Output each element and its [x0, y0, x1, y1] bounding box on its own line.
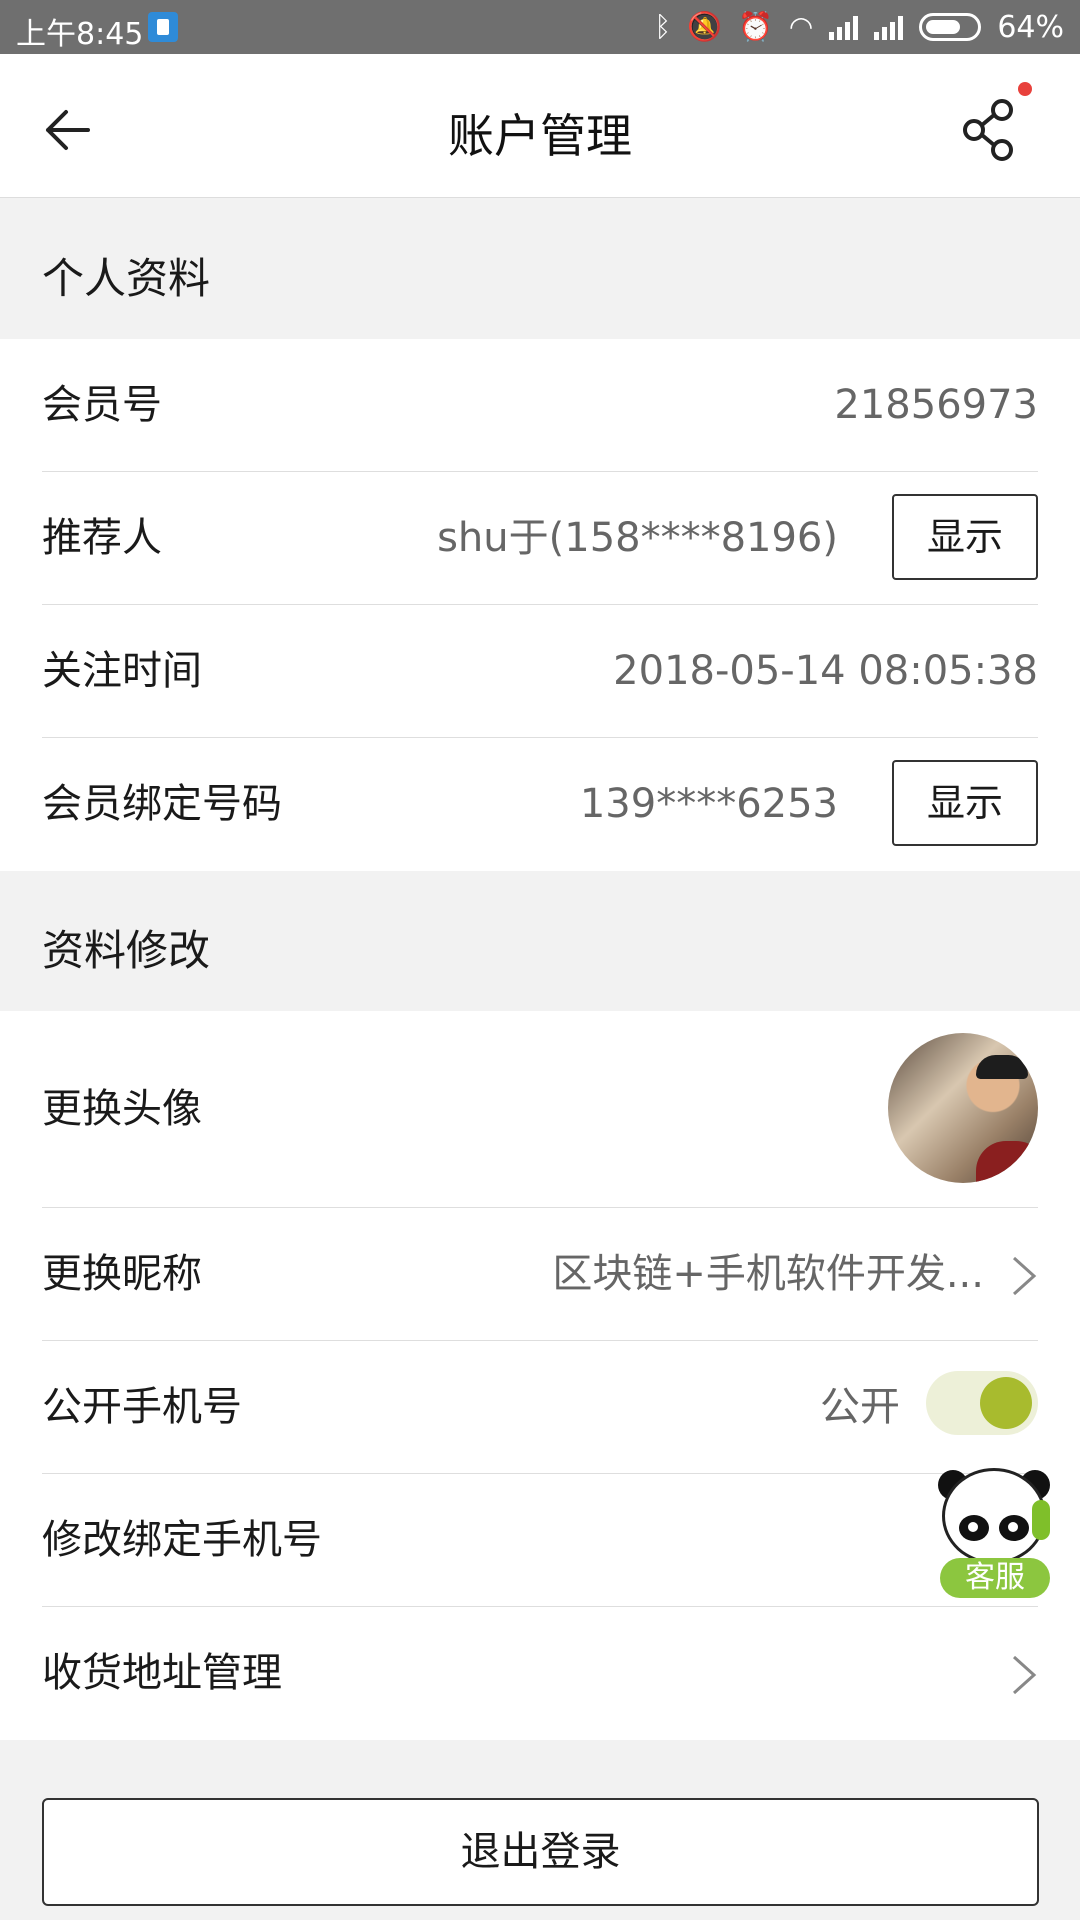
battery-percent: 64%	[997, 9, 1064, 45]
row-label: 关注时间	[42, 648, 202, 694]
row-referrer: 推荐人 shu于(158****8196) 显示	[0, 472, 1080, 605]
page-title: 账户管理	[448, 109, 632, 163]
signal-icon	[829, 14, 859, 40]
logout-button[interactable]: 退出登录	[42, 1798, 1039, 1906]
section-header-edit: 资料修改	[0, 871, 1080, 1011]
chevron-right-icon	[1012, 1655, 1037, 1695]
row-bound-phone: 会员绑定号码 139****6253 显示	[0, 738, 1080, 871]
wifi-icon: ◠	[788, 10, 814, 43]
status-time: 上午8:45	[16, 17, 144, 52]
section-title: 资料修改	[42, 926, 211, 975]
customer-service-button[interactable]: 客服	[938, 1460, 1052, 1600]
row-label: 会员绑定号码	[42, 781, 282, 827]
row-change-avatar[interactable]: 更换头像	[0, 1011, 1080, 1208]
edit-profile-list: 更换头像 更换昵称 区块链+手机软件开发... 公开手机号 公开 修改绑定手机号…	[0, 1011, 1080, 1740]
share-icon[interactable]	[962, 98, 1018, 162]
signal-icon	[874, 14, 904, 40]
bound-phone-value: 139****6253	[579, 781, 838, 827]
section-header-personal: 个人资料	[0, 199, 1080, 339]
toggle-state-text: 公开	[820, 1384, 900, 1430]
section-title: 个人资料	[42, 254, 211, 303]
member-id-value: 21856973	[834, 382, 1038, 428]
top-navigation: 账户管理	[0, 54, 1080, 198]
alarm-icon: ⏰	[738, 10, 773, 43]
show-bound-phone-button[interactable]: 显示	[892, 760, 1038, 846]
row-label: 收货地址管理	[42, 1650, 282, 1696]
notification-dot	[1018, 82, 1032, 96]
row-address-management[interactable]: 收货地址管理	[0, 1607, 1080, 1740]
battery-icon	[919, 13, 982, 41]
row-change-bound-phone[interactable]: 修改绑定手机号	[0, 1474, 1080, 1607]
row-label: 推荐人	[42, 515, 162, 561]
avatar-shirt	[976, 1141, 1038, 1183]
follow-time-value: 2018-05-14 08:05:38	[613, 648, 1038, 694]
avatar[interactable]	[888, 1033, 1038, 1183]
row-label: 会员号	[42, 382, 162, 428]
row-member-id: 会员号 21856973	[0, 339, 1080, 472]
avatar-hair	[976, 1055, 1028, 1079]
public-phone-toggle[interactable]	[926, 1371, 1038, 1435]
bluetooth-icon: ᛒ	[654, 10, 672, 43]
panda-eye	[959, 1515, 989, 1541]
personal-info-list: 会员号 21856973 推荐人 shu于(158****8196) 显示 关注…	[0, 339, 1080, 871]
row-label: 修改绑定手机号	[42, 1517, 322, 1563]
row-change-nickname[interactable]: 更换昵称 区块链+手机软件开发...	[0, 1208, 1080, 1341]
customer-service-label: 客服	[940, 1558, 1050, 1598]
row-follow-time: 关注时间 2018-05-14 08:05:38	[0, 605, 1080, 738]
row-public-phone: 公开手机号 公开	[0, 1341, 1080, 1474]
app-notification-icon	[148, 12, 178, 42]
panda-icon	[942, 1468, 1046, 1564]
show-referrer-button[interactable]: 显示	[892, 494, 1038, 580]
panda-eye	[999, 1515, 1029, 1541]
chevron-right-icon	[1012, 1256, 1037, 1296]
status-bar: 上午8:45 ᛒ 🔕 ⏰ ◠ 64%	[0, 0, 1080, 54]
mute-vibrate-icon: 🔕	[687, 10, 722, 43]
row-label: 更换头像	[42, 1086, 202, 1132]
headset-icon	[1032, 1500, 1050, 1540]
row-label: 公开手机号	[42, 1384, 242, 1430]
nickname-value: 区块链+手机软件开发...	[552, 1251, 984, 1297]
toggle-knob	[980, 1377, 1032, 1429]
row-label: 更换昵称	[42, 1251, 202, 1297]
referrer-value: shu于(158****8196)	[437, 515, 838, 561]
